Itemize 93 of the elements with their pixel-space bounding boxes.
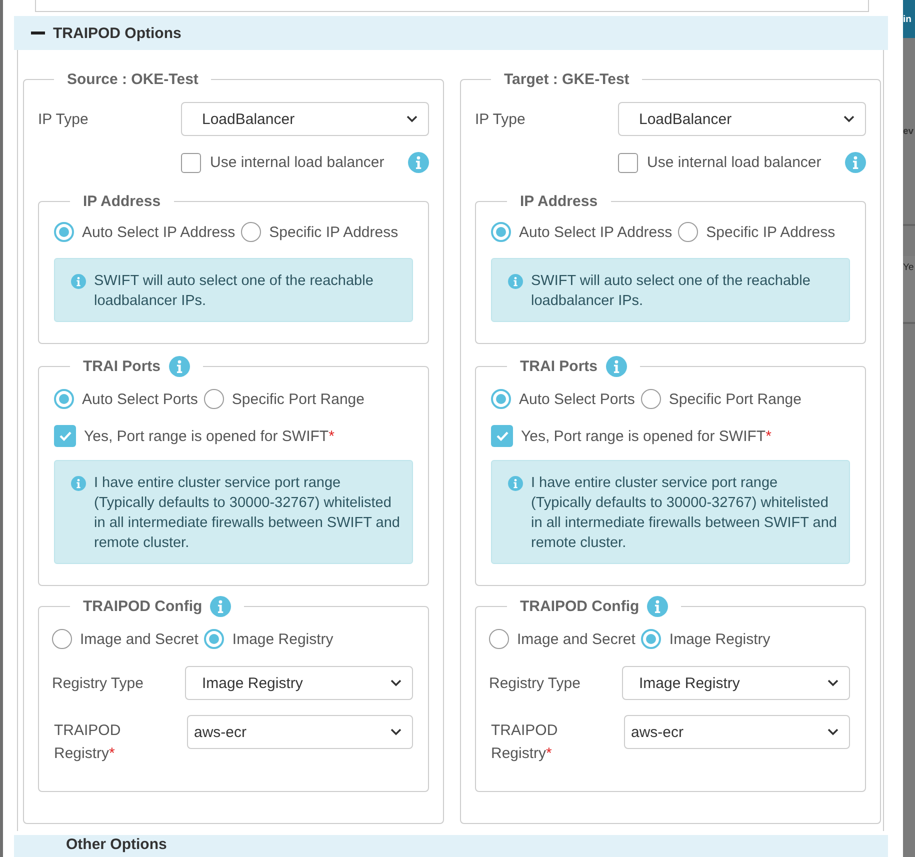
radio-option[interactable]: Auto Select IP Address <box>491 222 672 242</box>
field-label: IP Type <box>38 110 90 128</box>
radio-button[interactable] <box>641 629 662 649</box>
radio-label: Auto Select IP Address <box>82 224 236 240</box>
radio-option[interactable]: Auto Select Ports <box>54 389 198 409</box>
chevron-icon <box>390 728 402 736</box>
radio-label: Specific Port Range <box>232 390 364 408</box>
radio-option[interactable]: Image Registry <box>204 629 334 649</box>
panel-title: Other Options <box>66 836 167 853</box>
checkbox[interactable] <box>491 425 513 447</box>
radio-label: Image and Secret <box>517 630 636 648</box>
alert-info-icon <box>71 476 86 491</box>
radio-button[interactable] <box>491 389 511 409</box>
radio-option[interactable]: Auto Select Ports <box>491 389 635 409</box>
checkbox-label: Use internal load balancer <box>210 154 384 171</box>
radio-label: Image Registry <box>669 630 770 648</box>
radio-label: Auto Select Ports <box>82 390 198 408</box>
registry-select[interactable]: aws-ecr <box>187 715 413 749</box>
radio-button[interactable] <box>54 389 74 409</box>
registry-select[interactable]: aws-ecr <box>624 715 850 749</box>
radio-option[interactable]: Specific Port Range <box>640 389 802 409</box>
fieldset-legend: Source : OKE-Test <box>67 71 198 88</box>
radio-label: Specific IP Address <box>269 224 398 240</box>
ip-type-select[interactable]: LoadBalancer <box>181 102 429 136</box>
chevron-icon <box>827 728 839 736</box>
fieldset-legend: TRAIPOD Config <box>520 598 640 615</box>
info-icon <box>168 356 190 377</box>
field-label: Registry Type <box>489 674 582 692</box>
info-icon <box>210 596 232 617</box>
radio-option[interactable]: Specific Port Range <box>204 389 364 409</box>
radio-label: Image Registry <box>232 630 334 648</box>
radio-option[interactable]: Image and Secret <box>489 629 636 649</box>
check-icon <box>58 431 72 441</box>
checkbox[interactable] <box>54 425 76 447</box>
registry-type-select[interactable]: Image Registry <box>622 666 850 700</box>
fieldset-legend: IP Address <box>83 193 161 210</box>
checkbox-label: Yes, Port range is opened for SWIFT* <box>84 428 334 444</box>
info-icon <box>647 596 668 617</box>
alert-text: I have entire cluster service port range (Typically defaults to 30000-32767) whitelisted in all intermediate firewalls between SWIFT and remote cluster. <box>531 474 837 553</box>
radio-label: Specific IP Address <box>706 224 836 240</box>
radio-option[interactable]: Specific IP Address <box>678 222 836 242</box>
alert-info-icon <box>508 476 523 491</box>
radio-option[interactable]: Image and Secret <box>52 629 198 649</box>
alert-text: I have entire cluster service port range (Typically defaults to 30000-32767) whitelisted in all intermediate firewalls between SWIFT and remote cluster. <box>94 474 400 553</box>
radio-option[interactable]: Specific IP Address <box>241 222 398 242</box>
field-label: TRAIPOD Registry* <box>491 721 559 764</box>
field-label: Registry Type <box>52 674 144 692</box>
checkbox[interactable] <box>618 152 638 172</box>
radio-button[interactable] <box>489 629 509 649</box>
fieldset-legend: TRAI Ports <box>83 358 161 375</box>
checkbox-label: Use internal load balancer <box>647 154 822 171</box>
alert-text: SWIFT will auto select one of the reachable loadbalancer IPs. <box>94 272 374 311</box>
radio-label: Auto Select IP Address <box>519 224 672 240</box>
background-text: in <box>903 14 912 24</box>
panel-header[interactable]: TRAIPOD Options <box>14 16 888 50</box>
checkbox[interactable] <box>181 152 201 172</box>
chevron-icon <box>406 115 418 123</box>
fieldset-legend: IP Address <box>520 193 598 210</box>
field-label: IP Type <box>475 110 526 128</box>
alert-info-icon <box>508 274 523 289</box>
check-icon <box>496 431 508 441</box>
fieldset-legend: TRAI Ports <box>520 358 598 375</box>
radio-option[interactable]: Auto Select IP Address <box>54 222 236 242</box>
registry-type-select[interactable]: Image Registry <box>185 666 413 700</box>
fieldset-legend: Target : GKE-Test <box>504 71 630 88</box>
radio-button[interactable] <box>54 222 74 242</box>
radio-button[interactable] <box>678 222 698 242</box>
radio-button[interactable] <box>241 222 262 242</box>
alert-info-icon <box>71 274 86 289</box>
radio-button[interactable] <box>491 222 511 242</box>
background-text: Ye <box>903 262 914 273</box>
info-icon <box>845 152 866 173</box>
radio-label: Image and Secret <box>80 630 198 648</box>
field-label: TRAIPOD Registry* <box>54 721 122 764</box>
radio-button[interactable] <box>52 629 72 649</box>
radio-button[interactable] <box>204 629 224 649</box>
panel-header[interactable]: Other Options <box>14 835 888 857</box>
chevron-icon <box>827 679 839 687</box>
ip-type-select[interactable]: LoadBalancer <box>618 102 866 136</box>
radio-button[interactable] <box>204 389 224 409</box>
radio-button[interactable] <box>640 389 661 409</box>
radio-label: Auto Select Ports <box>519 390 635 408</box>
radio-label: Specific Port Range <box>668 390 802 408</box>
info-icon <box>606 356 627 377</box>
radio-option[interactable]: Image Registry <box>641 629 770 649</box>
info-icon <box>408 152 429 173</box>
alert-text: SWIFT will auto select one of the reachable loadbalancer IPs. <box>531 272 812 311</box>
fieldset-legend: TRAIPOD Config <box>83 598 202 615</box>
chevron-icon <box>843 115 855 123</box>
background-text: ev <box>903 126 914 136</box>
chevron-icon <box>390 679 402 687</box>
checkbox-label: Yes, Port range is opened for SWIFT* <box>521 428 772 444</box>
panel-title: TRAIPOD Options <box>53 24 182 42</box>
